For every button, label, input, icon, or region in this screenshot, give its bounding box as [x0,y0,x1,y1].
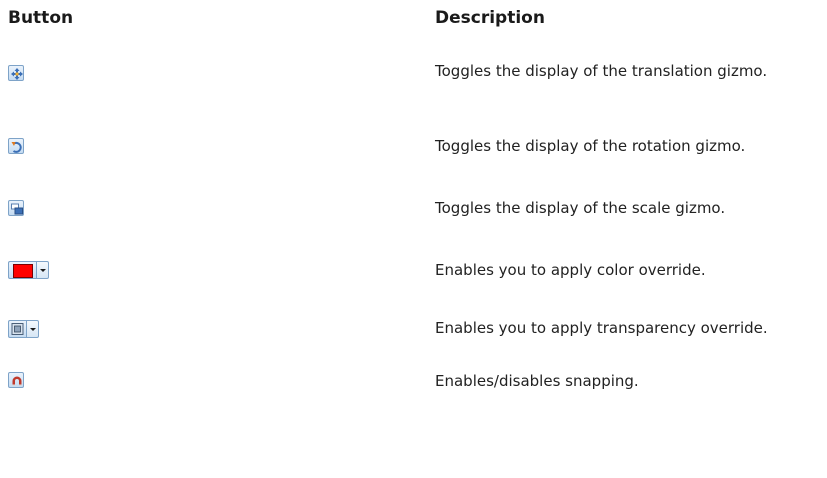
chevron-down-icon[interactable] [26,320,39,338]
column-header-description: Description [435,8,545,28]
description-cell: Toggles the display of the translation g… [435,62,768,80]
description-cell: Enables/disables snapping. [435,372,639,390]
color-swatch [13,264,33,278]
scale-gizmo-icon[interactable] [8,200,24,216]
chevron-down-icon[interactable] [36,261,49,279]
snapping-magnet-icon[interactable] [8,372,24,388]
description-cell: Toggles the display of the scale gizmo. [435,199,726,217]
description-cell: Toggles the display of the rotation gizm… [435,137,746,155]
transparency-override-dropdown[interactable] [8,320,39,338]
column-header-button: Button [8,8,74,28]
description-cell: Enables you to apply color override. [435,261,706,279]
rotation-gizmo-icon[interactable] [8,138,24,154]
color-override-icon[interactable] [8,261,36,279]
description-cell: Enables you to apply transparency overri… [435,319,768,337]
color-override-dropdown[interactable] [8,261,49,279]
translation-gizmo-icon[interactable] [8,65,24,81]
transparency-override-icon[interactable] [8,320,26,338]
